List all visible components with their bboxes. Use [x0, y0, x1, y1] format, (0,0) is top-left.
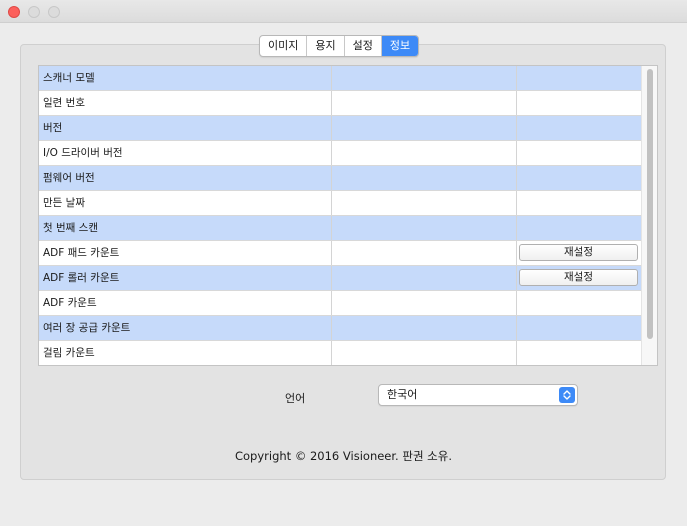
table-row: ADF 카운트 [39, 291, 641, 316]
row-value [332, 241, 517, 265]
table-row: 걸림 카운트 [39, 341, 641, 365]
row-label: ADF 패드 카운트 [39, 241, 332, 265]
tab-bar: 이미지 용지 설정 정보 [259, 35, 420, 57]
tab-image[interactable]: 이미지 [260, 36, 308, 56]
row-label: 첫 번째 스캔 [39, 216, 332, 240]
info-table: 걸림 카운트 여러 장 공급 카운트 ADF 카운트 ADF 롤러 카운트 재설정 ADF… [38, 65, 658, 366]
row-value [332, 341, 517, 365]
row-action-cell [517, 91, 641, 115]
tab-info[interactable]: 정보 [381, 36, 419, 56]
row-label: 펌웨어 버전 [39, 166, 332, 190]
row-action-cell [517, 291, 641, 315]
row-value [332, 116, 517, 140]
language-label: 언어 [285, 392, 306, 405]
row-action-cell [517, 116, 641, 140]
row-action-cell [517, 141, 641, 165]
table-row: 첫 번째 스캔 [39, 216, 641, 241]
row-action-cell [517, 166, 641, 190]
row-value [332, 291, 517, 315]
tab-settings[interactable]: 설정 [345, 36, 382, 56]
row-label: 걸림 카운트 [39, 341, 332, 365]
row-value [332, 216, 517, 240]
row-label: 스캐너 모델 [39, 66, 332, 90]
row-value [332, 66, 517, 90]
zoom-icon[interactable] [48, 6, 60, 18]
row-label: 버전 [39, 116, 332, 140]
row-value [332, 91, 517, 115]
table-scrollbar[interactable] [641, 66, 657, 365]
row-action-cell: 재설정 [517, 266, 641, 290]
row-value [332, 141, 517, 165]
row-action-cell [517, 66, 641, 90]
row-action-cell [517, 316, 641, 340]
row-label: 일련 번호 [39, 91, 332, 115]
table-row: 버전 [39, 116, 641, 141]
row-action-cell [517, 341, 641, 365]
select-arrows-icon [559, 387, 575, 403]
minimize-icon[interactable] [28, 6, 40, 18]
title-bar [0, 0, 687, 23]
table-row: 펌웨어 버전 [39, 166, 641, 191]
row-action-cell [517, 191, 641, 215]
row-value [332, 166, 517, 190]
row-value [332, 191, 517, 215]
language-select-value: 한국어 [387, 388, 418, 401]
language-select[interactable]: 한국어 [378, 384, 578, 406]
close-icon[interactable] [8, 6, 20, 18]
row-label: ADF 롤러 카운트 [39, 266, 332, 290]
row-label: I/O 드라이버 버전 [39, 141, 332, 165]
row-value [332, 266, 517, 290]
row-action-cell [517, 216, 641, 240]
preferences-window: 이미지 용지 설정 정보 걸림 카운트 여러 장 공급 카운트 ADF 카운트 ADF… [0, 0, 687, 526]
reset-button[interactable]: 재설정 [519, 244, 638, 261]
reset-button[interactable]: 재설정 [519, 269, 638, 286]
table-row: I/O 드라이버 버전 [39, 141, 641, 166]
row-label: ADF 카운트 [39, 291, 332, 315]
row-label: 만든 날짜 [39, 191, 332, 215]
table-row: ADF 롤러 카운트 재설정 [39, 266, 641, 291]
table-row: 일련 번호 [39, 91, 641, 116]
row-label: 여러 장 공급 카운트 [39, 316, 332, 340]
table-row: 스캐너 모델 [39, 66, 641, 91]
table-row: ADF 패드 카운트 재설정 [39, 241, 641, 266]
row-action-cell: 재설정 [517, 241, 641, 265]
table-row: 만든 날짜 [39, 191, 641, 216]
scrollbar-thumb[interactable] [647, 69, 653, 339]
table-row: 여러 장 공급 카운트 [39, 316, 641, 341]
row-value [332, 316, 517, 340]
tab-paper[interactable]: 용지 [307, 36, 345, 56]
copyright-text: Copyright © 2016 Visioneer. 판권 소유. [234, 449, 452, 463]
